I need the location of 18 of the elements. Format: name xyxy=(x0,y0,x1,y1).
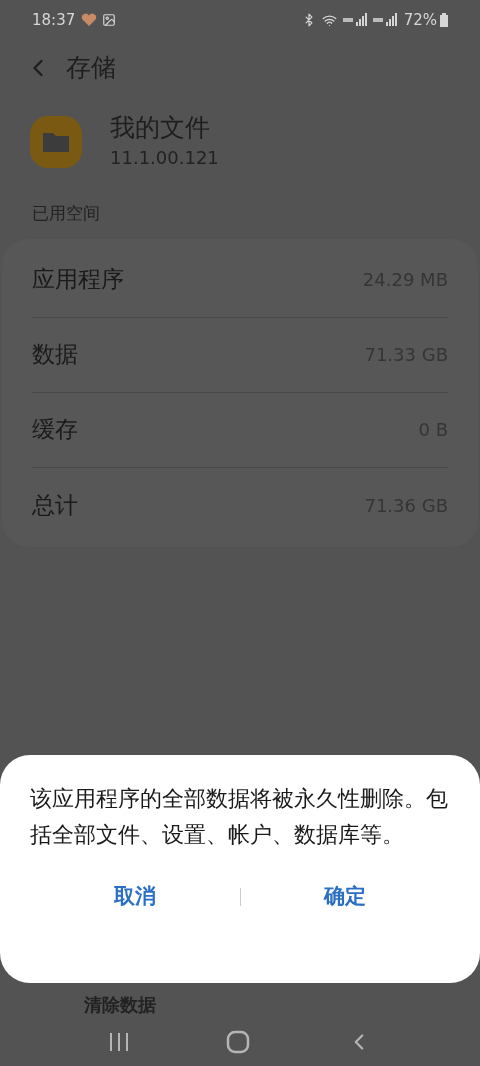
folder-icon xyxy=(30,115,82,168)
row-label: 应用程序 xyxy=(32,265,124,295)
recent-apps-icon[interactable] xyxy=(108,1032,130,1052)
wifi-icon xyxy=(321,12,337,28)
row-label: 总计 xyxy=(32,490,78,520)
row-label: 数据 xyxy=(32,340,78,370)
signal-icon xyxy=(341,13,368,27)
battery-icon xyxy=(440,13,448,27)
confirm-button[interactable]: 确定 xyxy=(240,873,450,921)
battery-percent: 72% xyxy=(403,9,437,31)
signal-icon xyxy=(371,13,398,27)
status-time: 18:37 xyxy=(32,9,76,31)
dialog-message: 该应用程序的全部数据将被永久性删除。包括全部文件、设置、帐户、数据库等。 xyxy=(30,785,449,849)
cancel-button[interactable]: 取消 xyxy=(30,873,240,921)
heart-icon xyxy=(81,13,98,27)
row-label: 缓存 xyxy=(32,415,78,445)
home-icon[interactable] xyxy=(226,1030,250,1054)
image-icon xyxy=(102,13,117,27)
